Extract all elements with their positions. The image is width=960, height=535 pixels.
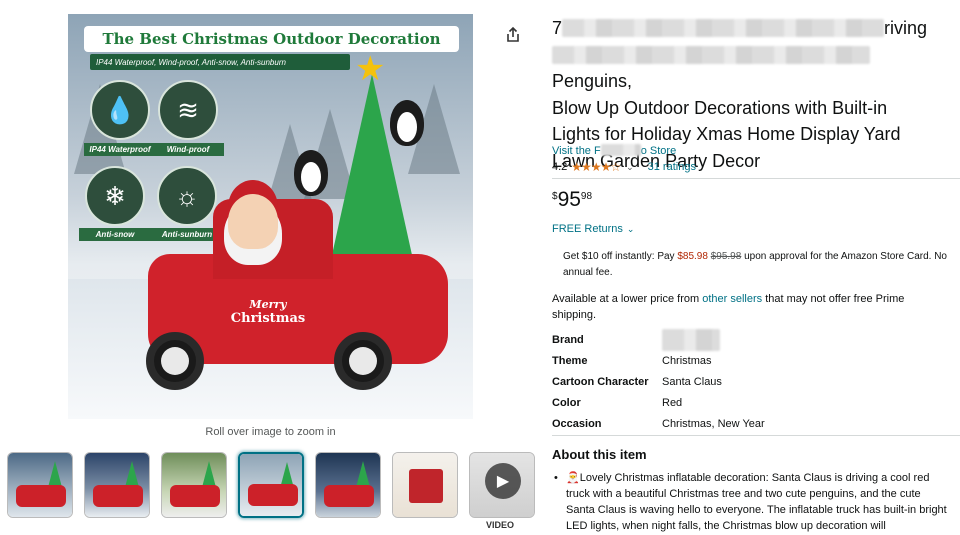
star-rating-icon[interactable]: ★★★★☆: [571, 160, 621, 174]
spec-key: Cartoon Character: [552, 375, 649, 388]
santa-claus: [228, 194, 278, 249]
about-bullet-text: Lovely Christmas inflatable decoration: …: [566, 472, 947, 532]
penguin: [294, 150, 328, 196]
star-icon: ★: [355, 50, 386, 88]
free-returns-link[interactable]: FREE Returns ⌄: [552, 223, 648, 235]
sun-icon: ☼: [157, 166, 217, 226]
spec-row: Brand: [552, 328, 765, 351]
redacted-text: [552, 45, 870, 64]
promo-old-price: $95.98: [710, 251, 742, 262]
thumbnail[interactable]: [7, 452, 73, 518]
truck-wheel: [334, 332, 392, 390]
store-card-promo: Get $10 off instantly: Pay $85.98 $95.98…: [563, 249, 948, 281]
spec-row: Occasion Christmas, New Year: [552, 413, 765, 434]
spec-value: Red: [662, 396, 683, 409]
image-subbanner: IP44 Waterproof, Wind-proof, Anti-snow, …: [90, 54, 350, 70]
redacted-text: [562, 19, 885, 37]
wind-icon: ≋: [158, 80, 218, 140]
lower-price-text-start: Available at a lower price from: [552, 293, 700, 305]
thumbnail-video[interactable]: ▶: [469, 452, 535, 518]
penguin: [390, 100, 424, 146]
spec-key: Theme: [552, 354, 588, 367]
share-icon[interactable]: [504, 26, 522, 44]
snowflake-icon: ❄: [85, 166, 145, 226]
redacted-text: [662, 328, 720, 351]
title-line-1: 7 riving: [552, 18, 928, 38]
video-label: VIDEO: [486, 520, 515, 530]
spec-key: Occasion: [552, 417, 602, 430]
truck-wheel: [146, 332, 204, 390]
rating-row: 4.2 ★★★★☆ ⌄ 31 ratings: [552, 160, 696, 174]
store-link-prefix: Visit the F: [552, 145, 601, 157]
chevron-down-icon: ⌄: [626, 224, 635, 234]
other-sellers-link[interactable]: other sellers: [702, 293, 762, 305]
title-visible-part2: Penguins,: [552, 71, 633, 91]
zoom-hint: Roll over image to zoom in: [205, 426, 336, 438]
truck-text: Merry Christmas: [218, 298, 318, 327]
about-bullet: 🎅Lovely Christmas inflatable decoration:…: [552, 470, 947, 534]
thumbnail[interactable]: [161, 452, 227, 518]
thumbnail[interactable]: [84, 452, 150, 518]
visit-store-link[interactable]: Visit the F o Store: [552, 144, 676, 157]
truck-text-christmas: Christmas: [230, 310, 306, 326]
spec-key: Color: [552, 396, 581, 409]
play-icon: ▶: [485, 463, 521, 499]
title-line-3: Blow Up Outdoor Decorations with Built-i…: [552, 97, 888, 118]
title-line-2: Penguins,: [552, 42, 952, 95]
feature-label: IP44 Waterproof: [84, 143, 156, 156]
feature-label: Anti-snow: [79, 228, 151, 241]
image-banner: The Best Christmas Outdoor Decoration: [84, 26, 459, 52]
main-product-image[interactable]: The Best Christmas Outdoor Decoration IP…: [68, 14, 473, 419]
water-drop-icon: 💧: [90, 80, 150, 140]
price-fraction: 98: [580, 191, 593, 202]
price-whole: 95: [557, 188, 581, 211]
spec-row: Color Red: [552, 392, 765, 413]
thumbnail[interactable]: [392, 452, 458, 518]
thumbnail[interactable]: [315, 452, 381, 518]
ratings-count-link[interactable]: 31 ratings: [648, 161, 696, 173]
store-link-suffix: o Store: [640, 145, 677, 157]
lower-price-note: Available at a lower price from other se…: [552, 291, 932, 323]
chevron-down-icon[interactable]: ⌄: [626, 162, 634, 173]
divider: [552, 178, 960, 179]
specs-table: Brand Theme Christmas Cartoon Character …: [552, 328, 765, 434]
spec-row: Cartoon Character Santa Claus: [552, 371, 765, 392]
spec-row: Theme Christmas: [552, 350, 765, 371]
returns-label: FREE Returns: [552, 223, 623, 235]
spec-value: Christmas: [662, 354, 712, 367]
about-this-item-heading: About this item: [552, 447, 647, 462]
divider: [552, 435, 960, 436]
price: $ 95 98: [552, 188, 592, 212]
rating-value: 4.2: [552, 161, 568, 173]
feature-label: Wind-proof: [152, 143, 224, 156]
thumbnail-selected[interactable]: [238, 452, 304, 518]
spec-value: Christmas, New Year: [662, 417, 765, 430]
promo-text-start: Get $10 off instantly: Pay: [563, 251, 675, 262]
title-visible-part1: riving: [884, 18, 928, 38]
truck-text-merry: Merry: [249, 298, 287, 311]
gift-icon: 🎅: [566, 472, 580, 484]
thumbnail-strip: ▶: [7, 452, 535, 518]
spec-value: Santa Claus: [662, 375, 722, 388]
spec-value: [662, 328, 720, 351]
spec-key: Brand: [552, 333, 584, 346]
promo-new-price: $85.98: [677, 251, 708, 262]
redacted-text: [600, 144, 641, 156]
